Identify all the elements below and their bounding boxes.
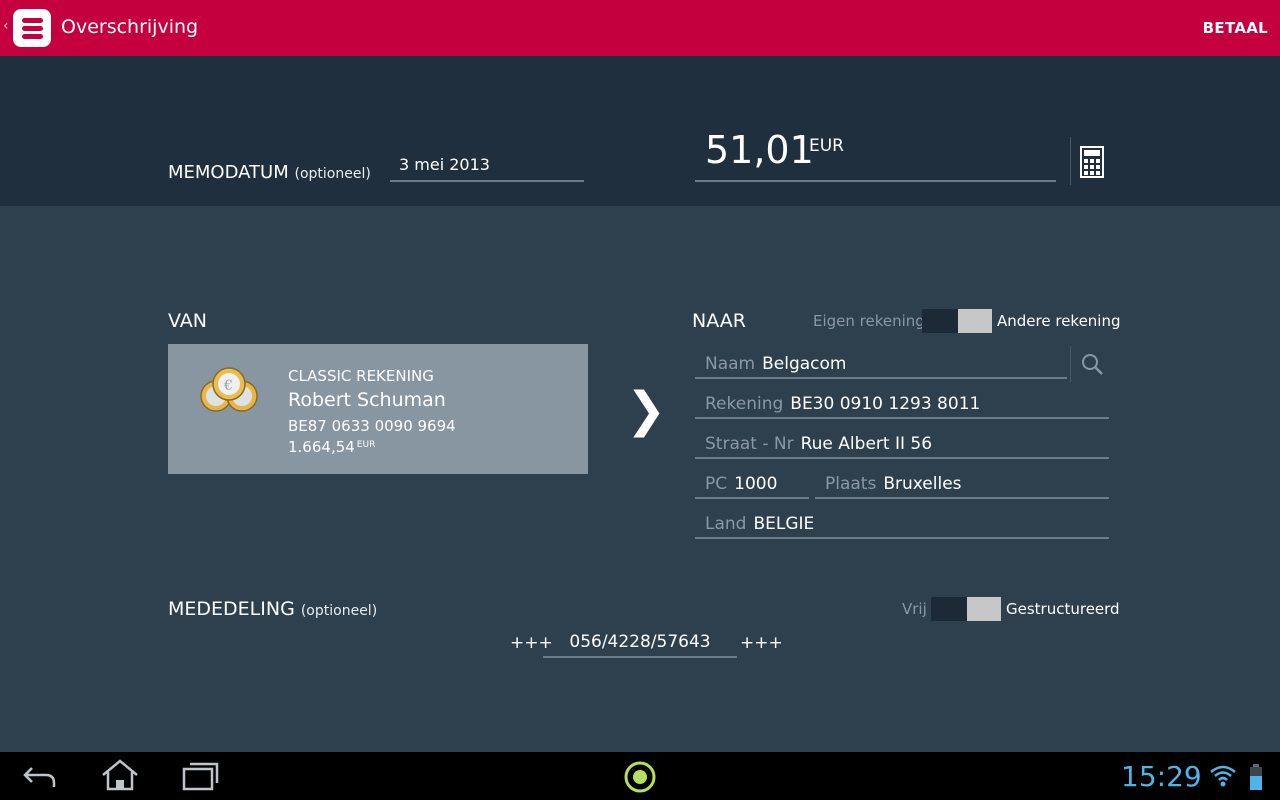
amount-field[interactable]: 51,01 EUR	[695, 128, 1056, 182]
structured-suffix: +++	[740, 633, 783, 653]
chevron-right-icon: ❯	[626, 382, 667, 438]
account-number-label: Rekening	[705, 394, 784, 414]
from-account-card[interactable]: € CLASSIC REKENING Robert Schuman BE87 0…	[168, 344, 588, 474]
amount-currency: EUR	[809, 136, 844, 156]
name-field[interactable]: Naam Belgacom	[695, 349, 1067, 379]
search-icon[interactable]	[1080, 352, 1104, 376]
postcode-field[interactable]: PC 1000	[695, 469, 809, 499]
account-balance-value: 1.664,54	[288, 438, 355, 456]
coins-icon: €	[200, 367, 258, 412]
memo-date-field[interactable]: 3 mei 2013	[390, 155, 584, 182]
account-balance-currency: EUR	[356, 440, 376, 450]
country-field[interactable]: Land BELGIE	[695, 509, 1109, 539]
account-type: CLASSIC REKENING	[288, 367, 434, 385]
account-holder: Robert Schuman	[288, 389, 446, 411]
structured-message-field[interactable]: 056/4228/57643	[543, 628, 737, 658]
calculator-icon[interactable]	[1080, 146, 1104, 178]
city-label: Plaats	[825, 474, 877, 494]
city-field[interactable]: Plaats Bruxelles	[815, 469, 1109, 499]
back-icon[interactable]	[22, 760, 58, 792]
street-field[interactable]: Straat - Nr Rue Albert II 56	[695, 429, 1109, 459]
action-bar: ‹ Overschrijving BETAAL	[0, 0, 1280, 56]
other-account-label: Andere rekening	[997, 312, 1121, 330]
account-type-toggle[interactable]	[922, 309, 992, 333]
memo-date-label: MEMODATUM (optioneel)	[168, 162, 371, 183]
app-logo[interactable]	[13, 9, 51, 47]
name-value: Belgacom	[762, 354, 847, 374]
name-label: Naam	[705, 354, 756, 374]
toggle-knob	[967, 597, 1001, 621]
recent-apps-icon[interactable]	[182, 761, 220, 791]
screen-title: Overschrijving	[61, 16, 199, 38]
pay-button[interactable]: BETAAL	[1203, 19, 1268, 37]
wifi-icon	[1210, 765, 1236, 787]
street-value: Rue Albert II 56	[800, 434, 933, 454]
from-label: VAN	[168, 310, 207, 332]
battery-icon	[1250, 764, 1262, 790]
structured-message-label: Gestructureerd	[1006, 600, 1120, 618]
account-number-value: BE30 0910 1293 8011	[790, 394, 981, 414]
status-clock: 15:29	[1121, 760, 1202, 793]
up-navigation-icon[interactable]: ‹	[3, 18, 9, 34]
account-balance: 1.664,54 EUR	[288, 438, 375, 456]
postcode-value: 1000	[734, 474, 778, 494]
home-icon[interactable]	[100, 758, 140, 792]
street-label: Straat - Nr	[705, 434, 794, 454]
country-value: BELGIE	[753, 514, 815, 534]
amount-band	[0, 56, 1280, 206]
message-optional: (optioneel)	[300, 603, 378, 619]
to-label: NAAR	[692, 310, 746, 332]
own-account-label: Eigen rekening	[813, 312, 925, 330]
free-message-label: Vrij	[902, 600, 927, 618]
city-value: Bruxelles	[883, 474, 962, 494]
message-label-text: MEDEDELING	[168, 598, 295, 620]
divider	[1070, 137, 1071, 185]
svg-text:€: €	[223, 378, 233, 394]
postcode-label: PC	[705, 474, 728, 494]
memo-date-optional: (optioneel)	[294, 166, 371, 182]
memo-date-label-text: MEMODATUM	[168, 162, 289, 183]
amount-value: 51,01	[705, 128, 814, 172]
message-type-toggle[interactable]	[931, 597, 1001, 621]
account-number-field[interactable]: Rekening BE30 0910 1293 8011	[695, 389, 1109, 419]
toggle-knob	[958, 309, 992, 333]
launcher-icon[interactable]	[622, 759, 658, 795]
message-label: MEDEDELING (optioneel)	[168, 598, 377, 620]
divider	[1070, 346, 1071, 382]
country-label: Land	[705, 514, 747, 534]
account-iban: BE87 0633 0090 9694	[288, 417, 456, 435]
